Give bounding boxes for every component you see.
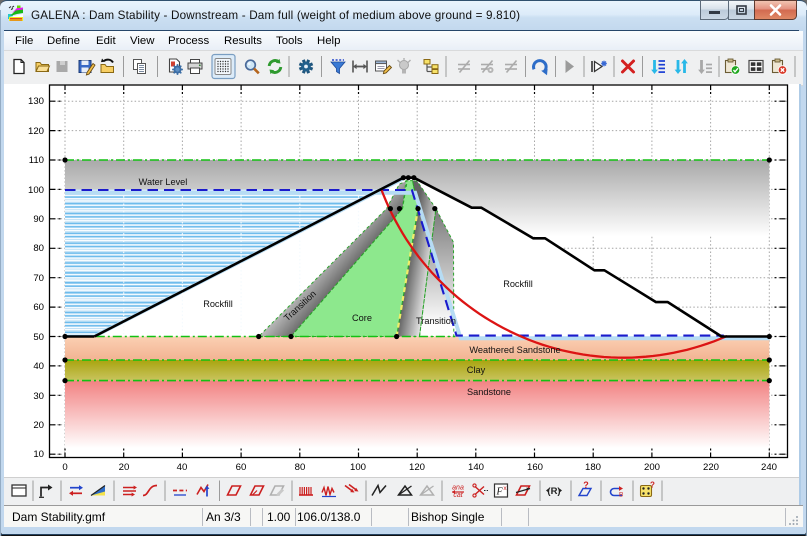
svg-text:Clay: Clay [467,365,486,375]
svg-text:130: 130 [28,96,44,107]
svg-text:F: F [495,487,503,498]
svg-text:30: 30 [33,391,44,402]
svg-text:40: 40 [33,361,44,372]
svg-text:100: 100 [350,462,366,473]
svg-text:Weathered Sandstone: Weathered Sandstone [469,345,560,355]
svg-text:50: 50 [33,332,44,343]
svg-text:B: B [619,492,623,499]
svg-text:20: 20 [119,462,130,473]
svg-text:70: 70 [33,273,44,284]
svg-text:40: 40 [177,462,188,473]
svg-text:Transition: Transition [416,316,456,326]
svg-text:120: 120 [28,126,44,137]
svg-text:100: 100 [28,185,44,196]
svg-text:220: 220 [703,462,719,473]
svg-text:160: 160 [527,462,543,473]
svg-text:20: 20 [33,420,44,431]
svg-text:Water Level: Water Level [139,177,188,187]
svg-text:Rockfill: Rockfill [203,299,233,309]
svg-text:110: 110 [29,155,44,166]
svg-text:80: 80 [33,243,44,254]
svg-text:120: 120 [409,462,425,473]
svg-text:(R): (R) [547,486,560,497]
svg-text:Rockfill: Rockfill [503,279,533,289]
svg-text:ana: ana [452,485,464,492]
svg-text:Core: Core [352,313,372,323]
svg-text:140: 140 [468,462,484,473]
svg-text:80: 80 [295,462,306,473]
svg-text:60: 60 [236,462,247,473]
svg-text:90: 90 [33,214,44,225]
svg-text:?: ? [583,480,589,490]
svg-text:?: ? [650,481,655,490]
svg-text:180: 180 [585,462,601,473]
svg-text:0: 0 [62,462,67,473]
svg-text:10: 10 [33,449,44,460]
svg-text:60: 60 [33,302,44,313]
svg-text:200: 200 [644,462,660,473]
svg-text:240: 240 [761,462,777,473]
svg-text:Sandstone: Sandstone [467,387,511,397]
